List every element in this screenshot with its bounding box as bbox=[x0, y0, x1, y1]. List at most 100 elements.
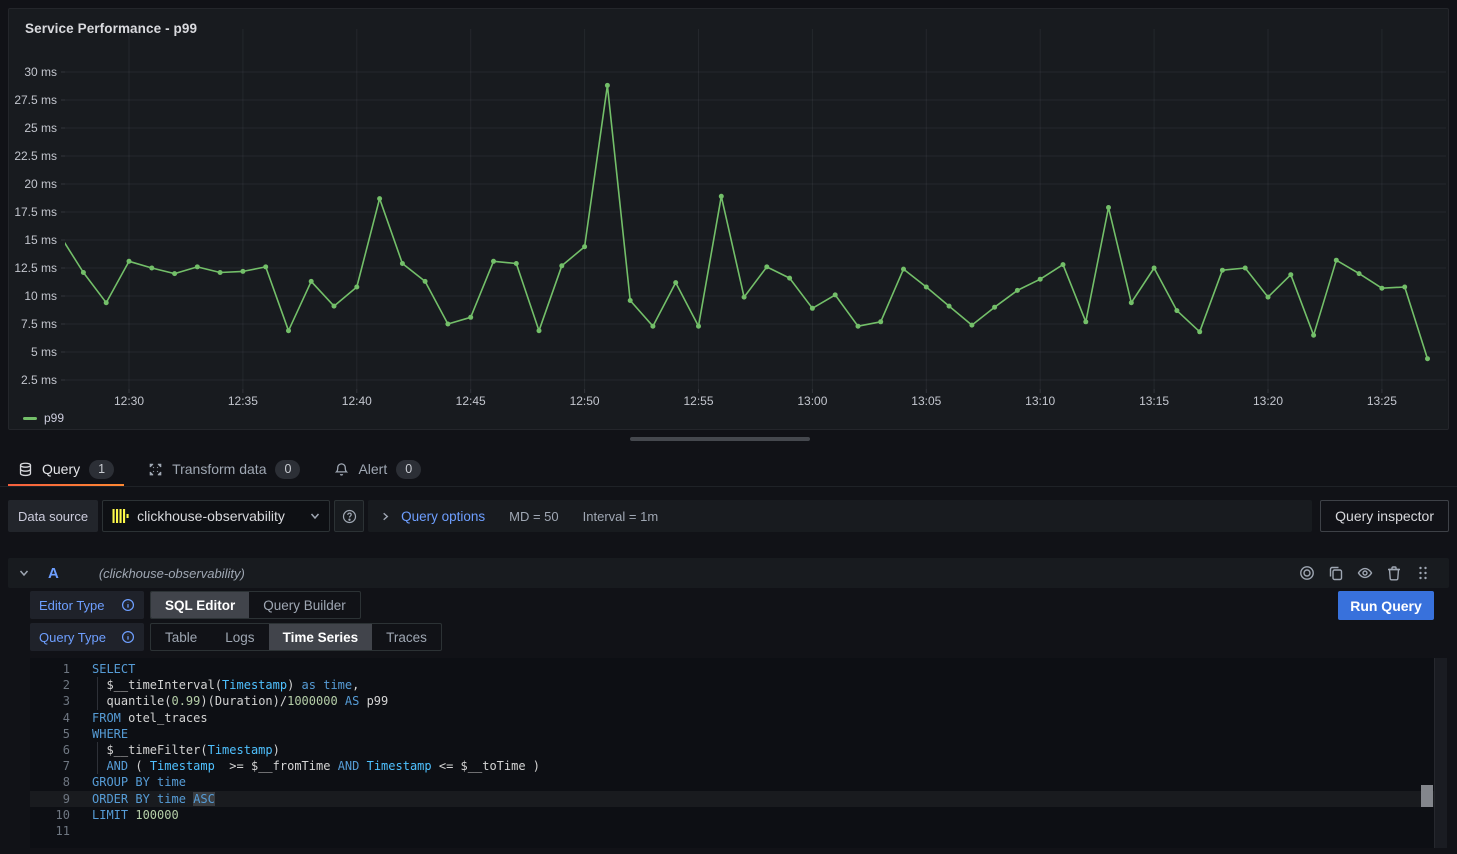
info-circle-icon bbox=[121, 630, 135, 644]
line-number: 7 bbox=[30, 758, 70, 774]
chevron-right-icon bbox=[380, 511, 391, 522]
svg-text:13:05: 13:05 bbox=[911, 394, 941, 408]
line-content: quantile(0.99)(Duration)/1000000 AS p99 bbox=[70, 693, 388, 709]
tab-alert[interactable]: Alert 0 bbox=[324, 452, 431, 486]
svg-text:12:55: 12:55 bbox=[683, 394, 713, 408]
code-line-11[interactable]: 11 bbox=[30, 823, 1447, 839]
option-table[interactable]: Table bbox=[151, 624, 211, 650]
line-number: 9 bbox=[30, 791, 70, 807]
svg-text:12:45: 12:45 bbox=[456, 394, 486, 408]
line-content: SELECT bbox=[70, 661, 135, 677]
editor-type-row: Editor Type SQL EditorQuery Builder bbox=[30, 591, 361, 619]
code-line-1[interactable]: 1SELECT bbox=[30, 661, 1447, 677]
tab-count-badge: 1 bbox=[89, 460, 114, 479]
line-number: 10 bbox=[30, 807, 70, 823]
svg-text:20 ms: 20 ms bbox=[24, 177, 57, 191]
help-circle-icon bbox=[342, 509, 357, 524]
sql-code-editor[interactable]: 1SELECT2 $__timeInterval(Timestamp) as t… bbox=[30, 658, 1447, 848]
datasource-value: clickhouse-observability bbox=[137, 508, 301, 524]
clickhouse-logo-icon bbox=[111, 507, 129, 525]
tab-count-badge: 0 bbox=[275, 460, 300, 479]
svg-text:12:30: 12:30 bbox=[114, 394, 144, 408]
line-content bbox=[70, 823, 92, 839]
code-lines: 1SELECT2 $__timeInterval(Timestamp) as t… bbox=[30, 661, 1447, 839]
datasource-label: Data source bbox=[8, 500, 98, 532]
option-logs[interactable]: Logs bbox=[211, 624, 268, 650]
query-type-label: Query Type bbox=[30, 623, 144, 651]
run-query-button[interactable]: Run Query bbox=[1338, 591, 1434, 620]
hide-response-icon[interactable] bbox=[1357, 565, 1373, 581]
line-number: 3 bbox=[30, 693, 70, 709]
code-line-4[interactable]: 4FROM otel_traces bbox=[30, 710, 1447, 726]
line-content: WHERE bbox=[70, 726, 128, 742]
svg-text:5 ms: 5 ms bbox=[31, 345, 57, 359]
info-circle-icon bbox=[121, 598, 135, 612]
svg-text:13:15: 13:15 bbox=[1139, 394, 1169, 408]
svg-text:27.5 ms: 27.5 ms bbox=[14, 93, 57, 107]
svg-text:12:35: 12:35 bbox=[228, 394, 258, 408]
svg-text:13:00: 13:00 bbox=[797, 394, 827, 408]
line-content: ORDER BY time ASC bbox=[70, 791, 215, 807]
code-line-2[interactable]: 2 $__timeInterval(Timestamp) as time, bbox=[30, 677, 1447, 693]
svg-text:2.5 ms: 2.5 ms bbox=[21, 373, 57, 387]
collapse-chevron-icon[interactable] bbox=[18, 567, 30, 579]
option-sql-editor[interactable]: SQL Editor bbox=[151, 592, 249, 618]
line-number: 8 bbox=[30, 774, 70, 790]
svg-text:12:50: 12:50 bbox=[570, 394, 600, 408]
remove-query-icon[interactable] bbox=[1386, 565, 1402, 581]
tab-transform-data[interactable]: Transform data 0 bbox=[138, 452, 310, 486]
query-options-bar: Query options MD = 50 Interval = 1m bbox=[368, 500, 1312, 532]
tab-label: Transform data bbox=[172, 461, 266, 477]
line-number: 1 bbox=[30, 661, 70, 677]
svg-text:7.5 ms: 7.5 ms bbox=[21, 317, 57, 331]
svg-text:15 ms: 15 ms bbox=[24, 233, 57, 247]
query-options-link[interactable]: Query options bbox=[401, 509, 485, 524]
code-line-8[interactable]: 8GROUP BY time bbox=[30, 774, 1447, 790]
line-content: $__timeFilter(Timestamp) bbox=[70, 742, 280, 758]
tab-query[interactable]: Query1 bbox=[8, 452, 124, 486]
pane-resize-handle[interactable] bbox=[630, 437, 810, 441]
code-line-7[interactable]: 7 AND ( Timestamp >= $__fromTime AND Tim… bbox=[30, 758, 1447, 774]
legend-series-swatch bbox=[23, 417, 37, 420]
query-type-row: Query Type TableLogsTime SeriesTraces bbox=[30, 623, 442, 651]
query-actions bbox=[1299, 565, 1431, 581]
query-inspector-button[interactable]: Query inspector bbox=[1320, 500, 1449, 532]
svg-text:13:10: 13:10 bbox=[1025, 394, 1055, 408]
database-icon bbox=[18, 462, 33, 477]
bell-icon bbox=[334, 462, 349, 477]
svg-text:10 ms: 10 ms bbox=[24, 289, 57, 303]
svg-text:13:20: 13:20 bbox=[1253, 394, 1283, 408]
code-line-5[interactable]: 5WHERE bbox=[30, 726, 1447, 742]
line-number: 5 bbox=[30, 726, 70, 742]
query-type-toggle: TableLogsTime SeriesTraces bbox=[150, 623, 442, 651]
datasource-picker[interactable]: clickhouse-observability bbox=[102, 500, 330, 532]
legend-item-p99[interactable]: p99 bbox=[23, 411, 64, 425]
svg-text:17.5 ms: 17.5 ms bbox=[14, 205, 57, 219]
code-line-9[interactable]: 9ORDER BY time ASC bbox=[30, 791, 1447, 807]
code-line-6[interactable]: 6 $__timeFilter(Timestamp) bbox=[30, 742, 1447, 758]
code-line-10[interactable]: 10LIMIT 100000 bbox=[30, 807, 1447, 823]
interval-stat: Interval = 1m bbox=[583, 509, 659, 524]
option-traces[interactable]: Traces bbox=[372, 624, 441, 650]
line-number: 11 bbox=[30, 823, 70, 839]
tab-label: Alert bbox=[358, 461, 387, 477]
max-data-points-stat: MD = 50 bbox=[509, 509, 559, 524]
line-content: GROUP BY time bbox=[70, 774, 186, 790]
svg-text:22.5 ms: 22.5 ms bbox=[14, 149, 57, 163]
drag-handle-icon[interactable] bbox=[1415, 565, 1431, 581]
chevron-down-icon bbox=[309, 510, 321, 522]
line-content: LIMIT 100000 bbox=[70, 807, 179, 823]
svg-text:13:25: 13:25 bbox=[1367, 394, 1397, 408]
query-ref-id[interactable]: A bbox=[48, 565, 59, 582]
option-query-builder[interactable]: Query Builder bbox=[249, 592, 360, 618]
option-time-series[interactable]: Time Series bbox=[269, 624, 373, 650]
code-line-3[interactable]: 3 quantile(0.99)(Duration)/1000000 AS p9… bbox=[30, 693, 1447, 709]
query-datasource-hint: (clickhouse-observability) bbox=[99, 566, 245, 581]
disable-query-icon[interactable] bbox=[1299, 565, 1315, 581]
datasource-help-button[interactable] bbox=[334, 500, 364, 532]
tab-count-badge: 0 bbox=[396, 460, 421, 479]
editor-overview-ruler-mark bbox=[1421, 785, 1433, 807]
duplicate-query-icon[interactable] bbox=[1328, 565, 1344, 581]
editor-scrollbar[interactable] bbox=[1434, 658, 1447, 848]
grafana-panel-editor: Service Performance - p99 30 ms27.5 ms25… bbox=[0, 0, 1457, 854]
